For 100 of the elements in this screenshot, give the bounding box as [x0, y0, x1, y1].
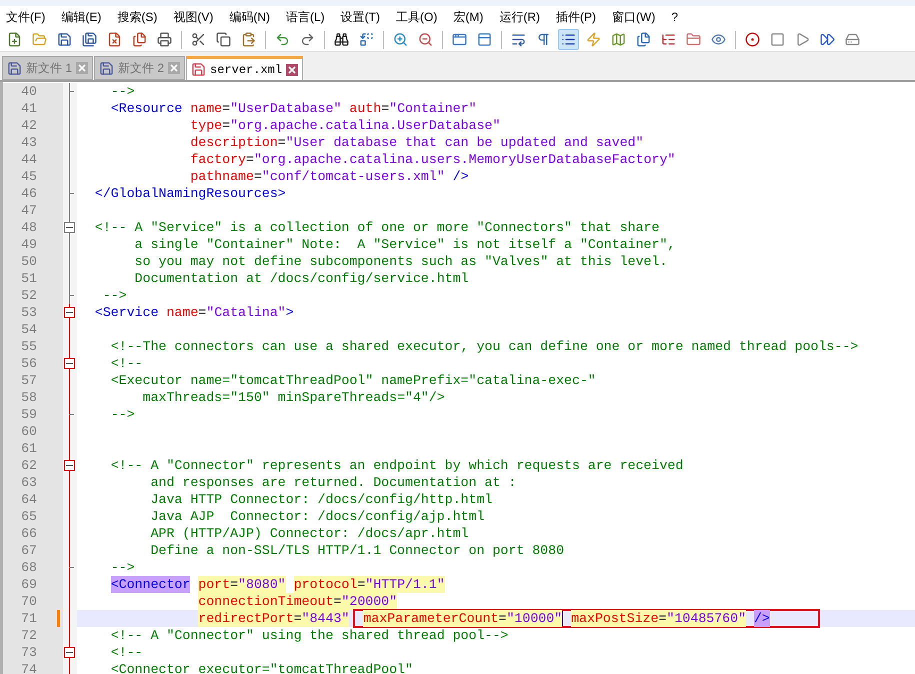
undo-icon [275, 32, 290, 47]
line-number: 42 [20, 117, 37, 134]
code-text: <!-- A "Service" is a collection of one or more "Connectors" that share [94, 219, 660, 236]
line-number: 67 [20, 542, 37, 559]
menu-item[interactable]: 插件(P) [552, 8, 600, 26]
zoom-in-icon [393, 32, 408, 47]
save-icon [57, 32, 72, 47]
line-number: 40 [20, 83, 37, 100]
code-text: so you may not define subcomponents such as "Valves" at this level. [134, 253, 668, 270]
code-text: description="User database that can be updated and saved" [189, 134, 644, 151]
line-number: 41 [20, 100, 37, 117]
redo-icon [300, 32, 315, 47]
line-number: 73 [20, 644, 37, 661]
line-number: 53 [20, 304, 37, 321]
fold-toggle[interactable] [64, 307, 75, 318]
zoom-out-icon [418, 32, 433, 47]
menu-item[interactable]: 宏(M) [449, 8, 488, 26]
code-text: <!--The connectors can use a shared executor, you can define one or more named thread pools--> [110, 338, 858, 355]
print-icon [157, 32, 172, 47]
code-text: maxThreads="150" minSpareThreads="4"/> [142, 389, 445, 406]
menu-item[interactable]: 运行(R) [495, 8, 544, 26]
menu-item[interactable]: 视图(V) [169, 8, 218, 26]
menu-item[interactable]: 窗口(W) [608, 8, 660, 26]
menu-item[interactable]: 文件(F) [2, 8, 50, 26]
fold-toggle[interactable] [64, 460, 75, 471]
line-number: 43 [20, 134, 37, 151]
line-number: 71 [20, 610, 37, 627]
lightning-icon [586, 32, 601, 47]
menu-item[interactable]: 编辑(E) [57, 8, 106, 26]
line-number: 66 [20, 525, 37, 542]
line-number: 72 [20, 627, 37, 644]
stop-icon [770, 32, 785, 47]
code-text: APR (HTTP/AJP) Connector: /docs/apr.html [150, 525, 469, 542]
line-number: 74 [20, 661, 37, 674]
close-file-icon [107, 32, 122, 47]
line-number: 56 [20, 355, 37, 372]
code-text: pathname="conf/tomcat-users.xml" /> [189, 168, 469, 185]
close-icon[interactable] [286, 64, 298, 76]
line-number: 48 [20, 219, 37, 236]
code-text: type="org.apache.catalina.UserDatabase" [189, 117, 500, 134]
line-number: 52 [20, 287, 37, 304]
line-number: 46 [20, 185, 37, 202]
document-tab[interactable]: server.xml [186, 56, 304, 80]
save-all-icon [82, 32, 97, 47]
record-icon [745, 32, 760, 47]
line-number: 65 [20, 508, 37, 525]
line-number: 60 [20, 423, 37, 440]
code-text: </GlobalNamingResources> [94, 185, 286, 202]
line-number: 51 [20, 270, 37, 287]
menu-item[interactable]: 搜索(S) [113, 8, 162, 26]
code-text: --> [110, 406, 135, 423]
pilcrow-icon [536, 32, 551, 47]
menu-item[interactable]: 编码(N) [225, 8, 274, 26]
line-number: 68 [20, 559, 37, 576]
code-text: factory="org.apache.catalina.users.MemoryUserDatabaseFactory" [189, 151, 676, 168]
menu-item[interactable]: 设置(T) [336, 8, 384, 26]
code-text: <!-- A "Connector" using the shared thread pool--> [110, 627, 508, 644]
code-text: Define a non-SSL/TLS HTTP/1.1 Connector on port 8080 [150, 542, 564, 559]
eye-icon [711, 32, 726, 47]
cut-icon [191, 32, 206, 47]
code-text: <Connector port="8080" protocol="HTTP/1.1" [110, 576, 445, 593]
fast-forward-icon [820, 32, 835, 47]
folder-icon [32, 32, 47, 47]
code-text: connectionTimeout="20000" [197, 593, 398, 610]
line-number: 62 [20, 457, 37, 474]
documents-icon [636, 32, 651, 47]
fold-toggle[interactable] [64, 647, 75, 658]
line-number: 64 [20, 491, 37, 508]
code-text: --> [110, 83, 135, 100]
code-text: <Executor name="tomcatThreadPool" namePrefix="catalina-exec-" [110, 372, 596, 389]
code-text: --> [110, 559, 135, 576]
code-text: and responses are returned. Documentation at : [150, 474, 516, 491]
line-number: 45 [20, 168, 37, 185]
menu-item[interactable]: ? [667, 8, 682, 26]
code-text: Java AJP Connector: /docs/config/ajp.html [150, 508, 485, 525]
line-number: 59 [20, 406, 37, 423]
binoculars-icon [334, 32, 349, 47]
line-number: 47 [20, 202, 37, 219]
menu-item[interactable]: 工具(O) [392, 8, 442, 26]
code-text: Java HTTP Connector: /docs/config/http.html [150, 491, 492, 508]
line-number: 61 [20, 440, 37, 457]
annotation-box: maxParameterCount="10000" maxPostSize="10485760" /> [353, 608, 820, 628]
line-number: 58 [20, 389, 37, 406]
fold-toggle[interactable] [64, 358, 75, 369]
line-number: 69 [20, 576, 37, 593]
code-text: redirectPort="8443" [197, 610, 350, 627]
code-text: Documentation at /docs/config/service.html [134, 270, 469, 287]
line-number: 49 [20, 236, 37, 253]
fold-toggle[interactable] [64, 222, 75, 233]
paste-icon [241, 32, 256, 47]
code-text: <Resource name="UserDatabase" auth="Container" [110, 100, 477, 117]
code-text: <!-- A "Connector" represents an endpoint by which requests are received [110, 457, 684, 474]
menu-item[interactable]: 语言(L) [282, 8, 329, 26]
new-file-icon [7, 32, 22, 47]
wrap-text-icon [511, 32, 526, 47]
line-number: 55 [20, 338, 37, 355]
code-text: <Connector executor="tomcatThreadPool" [110, 661, 413, 674]
line-number: 54 [20, 321, 37, 338]
folder-icon [686, 32, 701, 47]
copy-icon [216, 32, 231, 47]
